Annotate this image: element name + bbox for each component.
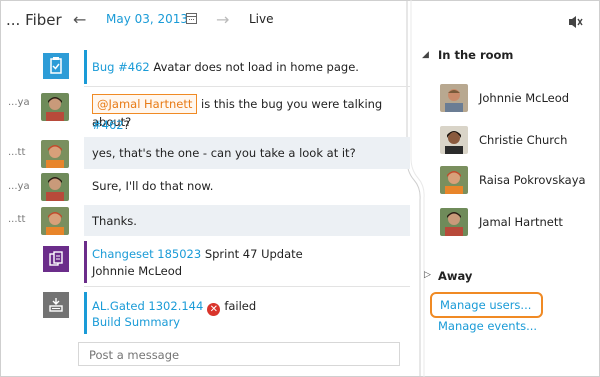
message-text: Thanks. — [92, 214, 137, 228]
bug-link[interactable]: Bug #462 — [92, 60, 150, 74]
message-text: Avatar does not load in home page. — [149, 60, 359, 74]
author-short-name: ...ya — [8, 97, 30, 108]
room-member[interactable]: Raisa Pokrovskaya — [440, 166, 590, 196]
collapse-triangle-icon[interactable]: ◢ — [422, 50, 429, 60]
member-name: Johnnie McLeod — [479, 91, 570, 105]
avatar — [440, 166, 468, 194]
room-member[interactable]: Christie Church — [440, 126, 590, 156]
message-reply: Sure, I'll do that now. — [84, 171, 410, 203]
avatar — [41, 207, 69, 235]
avatar — [41, 93, 69, 121]
error-icon: ✕ — [207, 303, 221, 316]
author-short-name: ...ya — [8, 181, 30, 192]
message-text-tail: ? — [123, 118, 130, 132]
author-short-name: ...tt — [8, 147, 26, 158]
work-item-icon — [43, 53, 69, 79]
member-name: Raisa Pokrovskaya — [479, 173, 586, 187]
post-message-input[interactable] — [87, 344, 391, 366]
manage-users-link[interactable]: Manage users... — [430, 292, 544, 318]
changeset-icon — [43, 246, 69, 272]
room-panel: ◢ In the room Johnnie McLeod Christie Ch… — [410, 0, 598, 375]
build-icon — [43, 292, 69, 318]
in-room-heading[interactable]: In the room — [438, 48, 513, 62]
avatar — [440, 84, 468, 112]
post-message-box[interactable] — [78, 342, 400, 366]
room-title: ... Fiber — [6, 11, 62, 29]
build-summary-link[interactable]: Build Summary — [92, 315, 180, 329]
message-build: AL.Gated 1302.144 ✕ failed Build Summary — [84, 292, 410, 334]
author-short-name: ...tt — [8, 214, 26, 225]
manage-users-label: Manage users... — [440, 298, 532, 312]
room-member[interactable]: Jamal Hartnett — [440, 208, 590, 238]
message-reply: yes, that's the one - can you take a loo… — [84, 137, 410, 169]
chat-header: ... Fiber ← May 03, 2013 → Live — [0, 0, 410, 38]
speaker-mute-icon[interactable] — [568, 15, 584, 32]
expand-triangle-icon[interactable]: ▷ — [424, 270, 431, 280]
message-text: yes, that's the one - can you take a loo… — [92, 146, 356, 160]
avatar — [41, 140, 69, 168]
manage-events-link[interactable]: Manage events... — [438, 319, 537, 333]
message-text: Sure, I'll do that now. — [92, 179, 214, 193]
avatar — [440, 126, 468, 154]
changeset-link[interactable]: Changeset 185023 — [92, 247, 201, 261]
changeset-author: Johnnie McLeod — [92, 264, 183, 278]
calendar-icon[interactable] — [186, 13, 197, 24]
member-name: Christie Church — [479, 133, 568, 147]
room-member[interactable]: Johnnie McLeod — [440, 84, 590, 114]
member-name: Jamal Hartnett — [479, 215, 563, 229]
build-link[interactable]: AL.Gated 1302.144 — [92, 299, 203, 313]
build-status: failed — [224, 299, 257, 313]
chat-pane: ... Fiber ← May 03, 2013 → Live Bug #462… — [0, 0, 415, 375]
bug-link[interactable]: #462 — [92, 118, 124, 132]
away-heading[interactable]: Away — [438, 269, 472, 283]
message-text: Sprint 47 Update — [201, 247, 303, 261]
message-reply: Thanks. — [84, 205, 410, 236]
arrow-left-icon[interactable]: ← — [73, 10, 86, 29]
arrow-right-icon[interactable]: → — [216, 10, 229, 29]
message-changeset: Changeset 185023 Sprint 47 Update Johnni… — [84, 241, 410, 283]
date-selector[interactable]: May 03, 2013 — [106, 12, 188, 26]
avatar — [440, 208, 468, 236]
message-mention: @Jamal Hartnett is this the bug you were… — [84, 90, 410, 134]
avatar — [41, 173, 69, 201]
live-button[interactable]: Live — [249, 12, 274, 26]
message-bug: Bug #462 Avatar does not load in home pa… — [84, 50, 410, 84]
mention-tag[interactable]: @Jamal Hartnett — [92, 94, 198, 114]
